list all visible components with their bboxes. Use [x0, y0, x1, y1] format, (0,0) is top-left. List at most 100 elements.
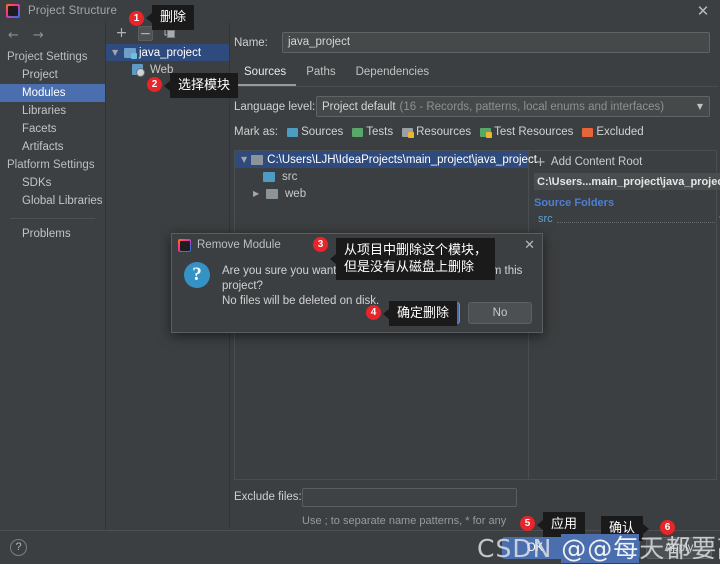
sidebar-item-modules[interactable]: Modules [0, 84, 105, 102]
language-level-value: Project default [322, 100, 396, 113]
annotation-callout-4: 确定删除 [382, 301, 458, 326]
content-root-child-web[interactable]: ▶ web [235, 185, 528, 202]
mark-as-excluded-button[interactable]: Excluded [582, 126, 644, 138]
add-module-button[interactable]: + [114, 26, 129, 41]
source-folder-item[interactable]: src ✎ ✕ [534, 213, 720, 225]
nav-divider [10, 218, 95, 219]
intellij-idea-logo-icon [6, 4, 20, 18]
exclude-files-input[interactable] [302, 488, 517, 507]
plus-icon: + [535, 154, 546, 170]
mark-as-tests-button[interactable]: Tests [352, 126, 393, 138]
folder-test-resources-icon [480, 127, 493, 138]
module-name-label: Name: [234, 36, 268, 49]
content-root-row[interactable]: ▼ C:\Users\LJH\IdeaProjects\main_project… [235, 151, 537, 168]
tab-paths[interactable]: Paths [296, 62, 345, 86]
sidebar-item-libraries[interactable]: Libraries [0, 102, 105, 120]
sidebar-item-sdks[interactable]: SDKs [0, 174, 105, 192]
dotted-leader [556, 215, 715, 223]
annotation-badge-3: 3 [313, 237, 328, 252]
question-mark-icon: ? [184, 262, 210, 288]
annotation-callout-1: 删除 [145, 5, 195, 30]
annotation-badge-4: 4 [366, 305, 381, 320]
mark-as-sources-button[interactable]: Sources [287, 126, 343, 138]
tab-sources[interactable]: Sources [234, 62, 297, 86]
add-content-root-button[interactable]: + Add Content Root [534, 155, 720, 171]
add-content-root-label: Add Content Root [550, 156, 643, 168]
content-root-child-label: web [285, 187, 307, 200]
folder-excluded-icon [582, 127, 594, 137]
sidebar-item-project[interactable]: Project [0, 66, 105, 84]
folder-icon [266, 188, 278, 199]
web-facet-icon [132, 64, 145, 77]
sidebar-item-problems[interactable]: Problems [0, 225, 105, 243]
close-icon[interactable]: ✕ [694, 2, 712, 20]
watermark-suffix: 天都要敲代码 [639, 534, 720, 563]
mark-as-test-resources-button[interactable]: Test Resources [480, 126, 573, 138]
mark-as-excluded-label: Excluded [596, 126, 644, 138]
folder-resources-icon [402, 127, 415, 138]
exclude-files-label: Exclude files: [234, 491, 302, 503]
chevron-down-icon: ▼ [696, 102, 703, 111]
nav-group-header-platform-settings: Platform Settings [7, 159, 95, 171]
content-root-path-value: C:\Users...main_project\java_project [537, 175, 720, 188]
module-tree-node-java-project[interactable]: ▼ java_project [106, 44, 229, 61]
no-button[interactable]: No [468, 302, 532, 324]
arrow-left-icon[interactable]: ← [8, 29, 19, 42]
watermark-prefix: CSDN [477, 534, 562, 563]
language-level-label: Language level: [234, 100, 316, 113]
arrow-right-icon[interactable]: → [33, 29, 44, 42]
module-name-row: Name: java_project [231, 22, 720, 53]
mark-as-tests-label: Tests [366, 126, 394, 138]
language-level-row: Language level: Project default (16 - Re… [231, 87, 720, 117]
sidebar-item-facets[interactable]: Facets [0, 120, 105, 138]
source-folders-header: Source Folders [534, 197, 615, 209]
exclude-files-hint-line1: Use ; to separate name patterns, * for a… [302, 515, 507, 527]
chevron-down-icon: ▼ [241, 155, 248, 164]
annotation-badge-2: 2 [147, 77, 162, 92]
content-root-path-label: C:\Users\LJH\IdeaProjects\main_project\j… [267, 153, 537, 166]
close-icon[interactable]: ✕ [524, 238, 535, 253]
watermark-highlight: @@每 [561, 534, 640, 563]
mark-as-label: Mark as: [234, 126, 279, 138]
chevron-down-icon: ▼ [112, 48, 119, 57]
folder-sources-icon [287, 127, 299, 137]
module-tree-node-label: java_project [139, 46, 202, 59]
dialog-title: Remove Module [197, 239, 281, 251]
window-titlebar: Project Structure [0, 0, 720, 22]
folder-icon [251, 154, 264, 165]
chevron-right-icon: ▶ [253, 189, 260, 198]
content-root-details: + Add Content Root C:\Users...main_proje… [529, 151, 720, 479]
module-name-input[interactable]: java_project [282, 32, 710, 53]
annotation-callout-2: 选择模块 [163, 73, 239, 98]
window-title: Project Structure [28, 5, 118, 17]
nav-group-header-project-settings: Project Settings [7, 51, 88, 63]
mark-as-sources-label: Sources [301, 126, 344, 138]
folder-tests-icon [352, 127, 364, 137]
content-root-child-src[interactable]: src [235, 168, 528, 185]
exclude-files-row: Exclude files: Use ; to separate name pa… [234, 488, 717, 541]
project-structure-window: Project Structure ✕ ← → Project Settings… [0, 0, 720, 564]
folder-sources-icon [263, 171, 275, 182]
settings-nav-sidebar: ← → Project Settings Project Modules Lib… [0, 22, 106, 530]
content-root-path-chip: C:\Users...main_project\java_project ✕ [534, 173, 720, 190]
csdn-watermark: CSDN @@每天都要敲代码 [477, 529, 720, 564]
mark-as-resources-label: Resources [416, 126, 472, 138]
mark-as-row: Mark as: Sources Tests Resources Test Re… [231, 117, 720, 144]
module-tabs: Sources Paths Dependencies [231, 53, 720, 86]
annotation-callout-3: 从项目中删除这个模块， 但是没有从磁盘上删除 [329, 238, 496, 280]
sidebar-item-artifacts[interactable]: Artifacts [0, 138, 105, 156]
tab-dependencies[interactable]: Dependencies [346, 62, 440, 86]
remove-module-button[interactable]: − [138, 25, 153, 41]
language-level-select[interactable]: Project default (16 - Records, patterns,… [316, 96, 710, 117]
mark-as-resources-button[interactable]: Resources [402, 126, 471, 138]
mark-as-test-resources-label: Test Resources [494, 126, 574, 138]
annotation-badge-1: 1 [129, 11, 144, 26]
module-folder-icon [124, 47, 137, 59]
help-button[interactable]: ? [10, 539, 27, 556]
content-root-child-label: src [282, 170, 298, 183]
nav-history-controls: ← → [0, 22, 105, 48]
source-folder-name: src [538, 213, 553, 225]
sidebar-item-global-libraries[interactable]: Global Libraries [0, 192, 105, 210]
language-level-hint: (16 - Records, patterns, local enums and… [399, 100, 665, 113]
intellij-idea-logo-icon [178, 238, 191, 252]
